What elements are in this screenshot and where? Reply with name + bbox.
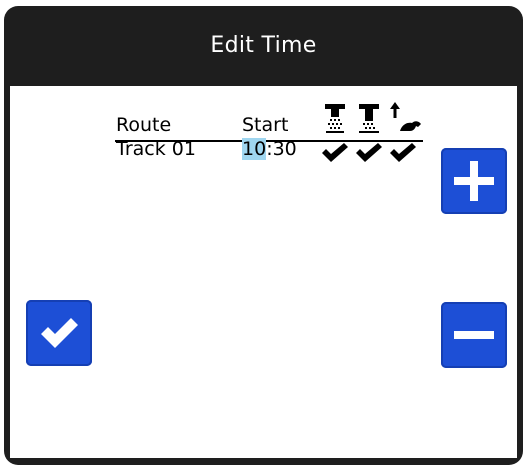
start-minutes: :30 xyxy=(266,138,297,160)
raise-boom-icon xyxy=(390,102,421,131)
confirm-button[interactable] xyxy=(26,300,92,366)
spray-nozzle-icon xyxy=(325,104,345,133)
minus-icon xyxy=(454,331,494,339)
check-ground-icon[interactable] xyxy=(354,142,384,164)
dialog-content: Route Start Track 01 10:30 xyxy=(10,86,517,458)
plus-icon xyxy=(454,161,494,201)
check-icon xyxy=(41,318,78,348)
increment-button[interactable] xyxy=(441,148,507,214)
column-header-start: Start xyxy=(242,114,289,136)
start-time-cell[interactable]: 10:30 xyxy=(242,138,297,160)
decrement-button[interactable] xyxy=(441,302,507,368)
route-cell: Track 01 xyxy=(116,138,196,160)
start-hour-field[interactable]: 10 xyxy=(242,138,267,160)
spray-ground-icon xyxy=(359,104,379,133)
device-frame: Edit Time Route Start Track 01 10:30 xyxy=(0,0,527,469)
column-header-route: Route xyxy=(116,114,172,136)
check-nozzle-icon[interactable] xyxy=(320,142,350,164)
dialog-title: Edit Time xyxy=(210,32,317,58)
dialog-header: Edit Time xyxy=(4,6,523,84)
dialog-panel: Edit Time Route Start Track 01 10:30 xyxy=(4,6,523,465)
check-raise-icon[interactable] xyxy=(388,142,418,164)
